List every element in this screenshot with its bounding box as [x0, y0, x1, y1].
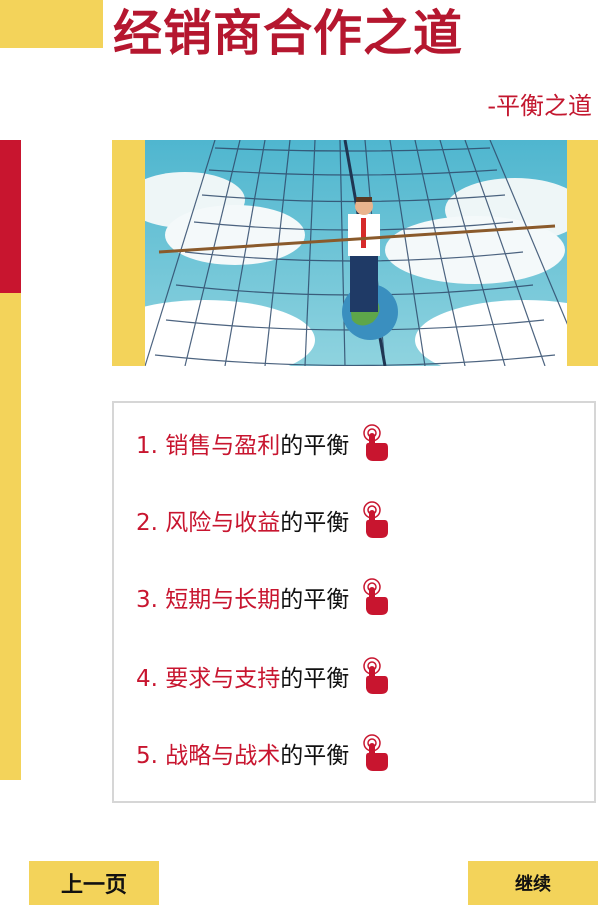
page-title: 经销商合作之道 — [113, 5, 464, 62]
menu-item-demand-support[interactable]: 4. 要求与支持 的平衡 — [136, 656, 389, 696]
menu-item-sales-profit[interactable]: 1. 销售与盈利 的平衡 — [136, 423, 389, 463]
title-accent-bar — [0, 0, 103, 48]
previous-page-button[interactable]: 上一页 — [29, 861, 159, 905]
pointing-hand-icon[interactable] — [363, 424, 389, 462]
page-subtitle: -平衡之道 — [487, 92, 592, 120]
menu-item-suffix: 的平衡 — [280, 743, 350, 769]
menu-item-label: 5. 战略与战术 — [136, 743, 281, 769]
menu-item-label: 2. 风险与收益 — [136, 510, 281, 536]
pointing-hand-icon[interactable] — [363, 657, 389, 695]
menu-item-suffix: 的平衡 — [280, 510, 350, 536]
pointing-hand-icon[interactable] — [363, 734, 389, 772]
side-accent-red — [0, 140, 21, 293]
menu-item-short-long-term[interactable]: 3. 短期与长期 的平衡 — [136, 577, 389, 617]
topic-menu: 1. 销售与盈利 的平衡 2. 风险与收益 的平衡 3. 短期与长期 的平衡 4… — [112, 401, 596, 803]
menu-item-suffix: 的平衡 — [280, 433, 350, 459]
menu-item-suffix: 的平衡 — [280, 587, 350, 613]
menu-item-label: 4. 要求与支持 — [136, 666, 281, 692]
continue-button[interactable]: 继续 — [468, 861, 598, 905]
menu-item-label: 1. 销售与盈利 — [136, 433, 281, 459]
pointing-hand-icon[interactable] — [363, 501, 389, 539]
menu-item-risk-return[interactable]: 2. 风险与收益 的平衡 — [136, 500, 389, 540]
pointing-hand-icon[interactable] — [363, 578, 389, 616]
menu-item-label: 3. 短期与长期 — [136, 587, 281, 613]
menu-item-suffix: 的平衡 — [280, 666, 350, 692]
side-accent-yellow — [0, 293, 21, 780]
menu-item-strategy-tactics[interactable]: 5. 战略与战术 的平衡 — [136, 733, 389, 773]
balance-illustration — [145, 140, 567, 366]
